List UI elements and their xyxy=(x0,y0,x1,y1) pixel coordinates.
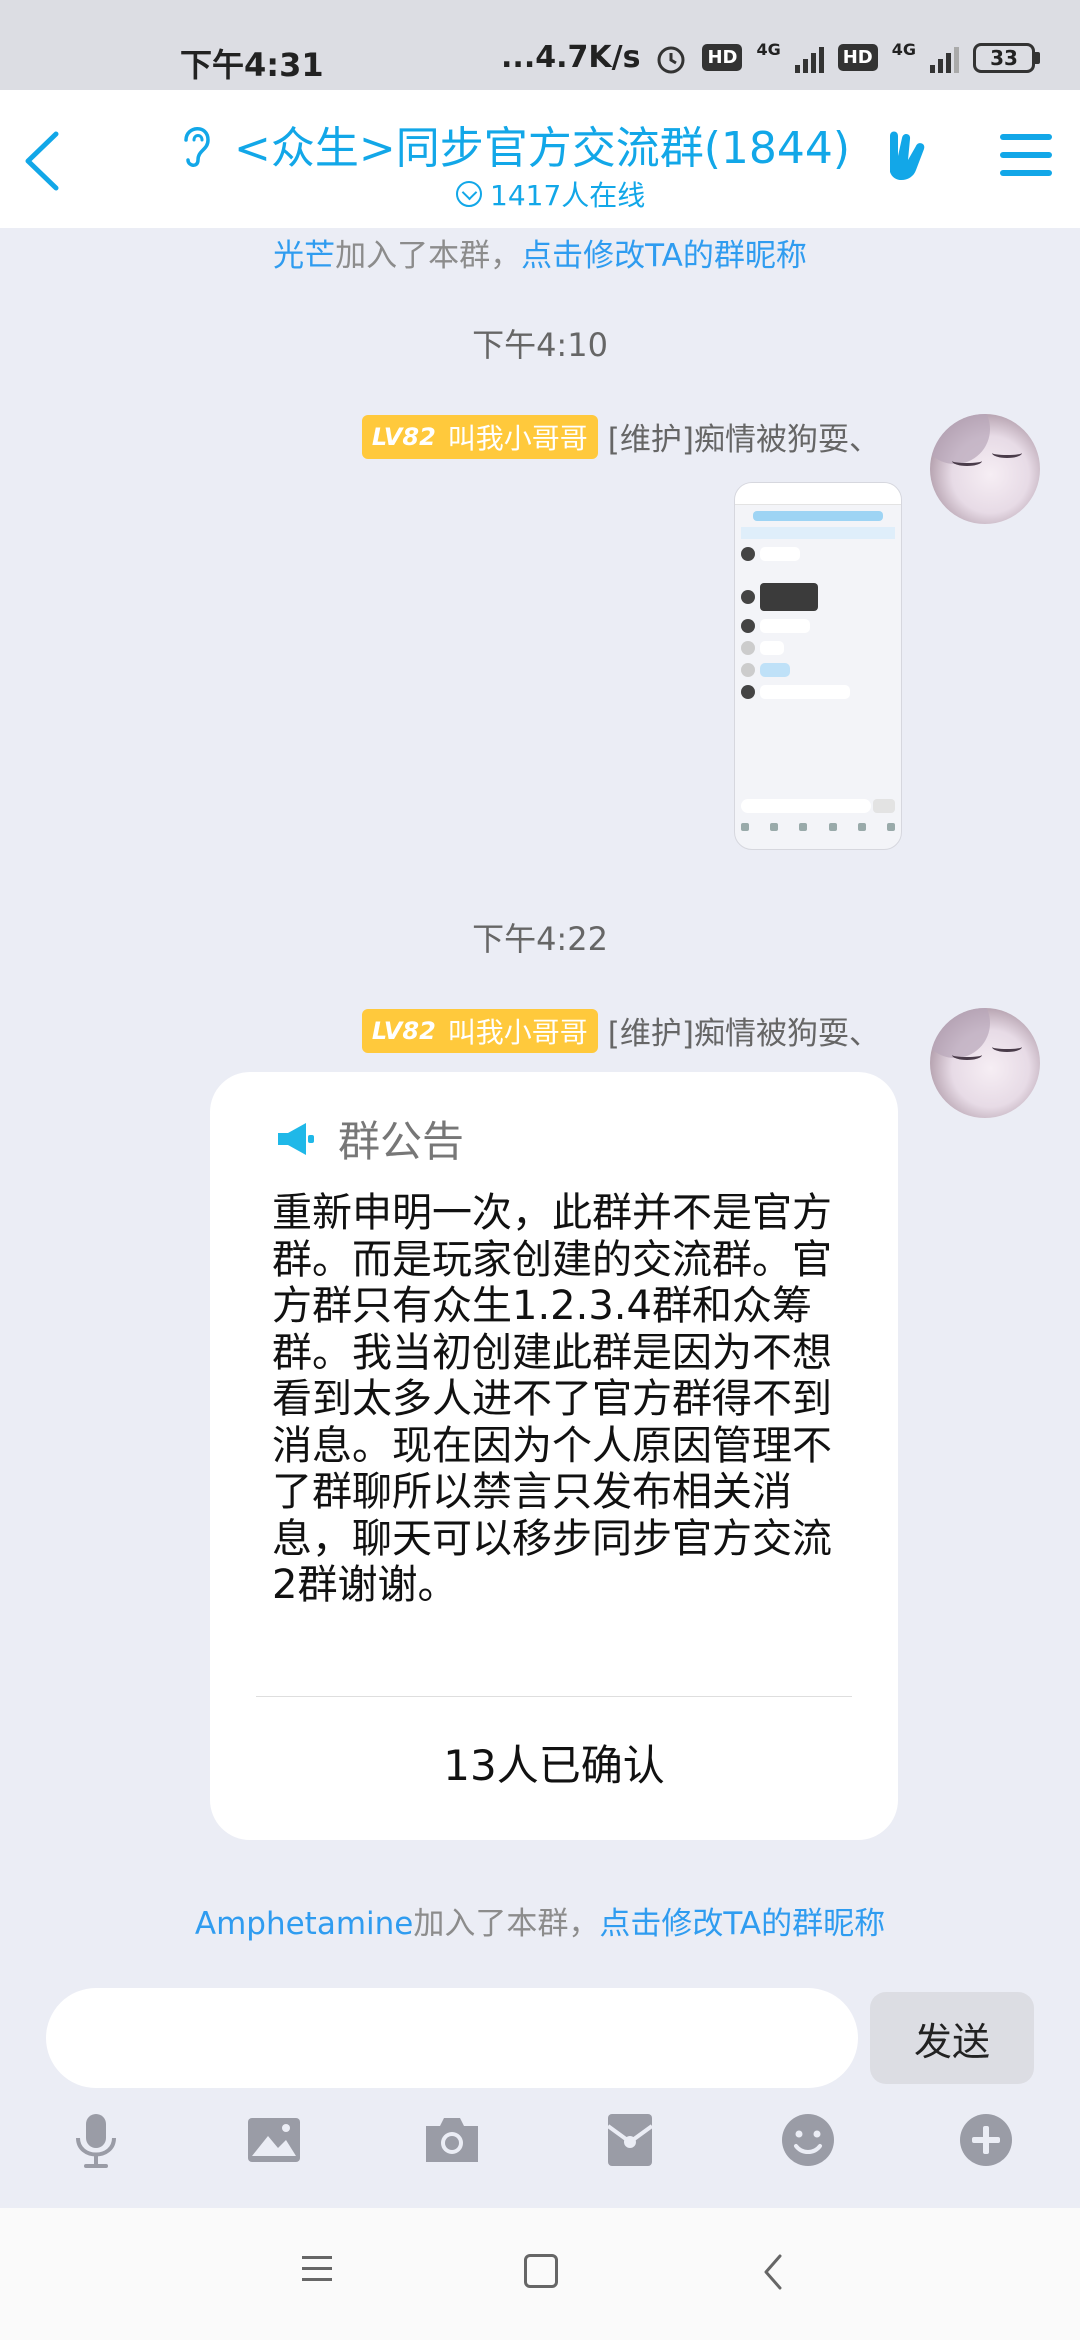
send-button[interactable]: 发送 xyxy=(870,1992,1034,2084)
network-type: 4G xyxy=(891,40,916,59)
avatar[interactable] xyxy=(930,414,1040,524)
group-title[interactable]: <众生>同步官方交流群(1844) xyxy=(234,112,850,176)
network-type: 4G xyxy=(756,40,781,59)
alarm-icon xyxy=(657,46,685,73)
battery-icon: 33 xyxy=(973,42,1040,73)
joined-user-name[interactable]: 光芒 xyxy=(273,238,335,274)
chat-header: <众生>同步官方交流群(1844) 1417人在线 xyxy=(0,90,1080,228)
network-speed: ...4.7K/s xyxy=(501,40,641,75)
status-time: 下午4:31 xyxy=(180,46,324,84)
back-icon[interactable] xyxy=(14,126,74,196)
system-navigation-bar xyxy=(0,2208,1080,2340)
online-count: 1417人在线 xyxy=(490,179,646,212)
sender-row: LV82 叫我小哥哥 [维护]痴情被狗耍、 xyxy=(361,1008,880,1053)
join-text: 加入了本群， xyxy=(413,1906,600,1942)
hand-gesture-icon[interactable] xyxy=(880,124,940,194)
red-packet-icon[interactable] xyxy=(598,2108,662,2172)
member-title: 叫我小哥哥 xyxy=(447,1015,588,1049)
hd-badge: HD xyxy=(702,44,743,71)
divider xyxy=(256,1696,852,1697)
sender-name[interactable]: [维护]痴情被狗耍、 xyxy=(608,1008,880,1053)
notice-header: 群公告 xyxy=(274,1108,464,1169)
plus-icon[interactable] xyxy=(954,2108,1018,2172)
status-bar: 下午4:31 ...4.7K/s HD 4G HD 4G 33 xyxy=(0,0,1080,90)
chat-area[interactable]: 光芒加入了本群，点击修改TA的群昵称 下午4:10 LV82 叫我小哥哥 [维护… xyxy=(0,228,1080,1988)
member-title: 叫我小哥哥 xyxy=(447,421,588,455)
edit-nickname-link[interactable]: 点击修改TA的群昵称 xyxy=(521,238,807,274)
joined-user-name[interactable]: Amphetamine xyxy=(195,1906,413,1942)
menu-icon[interactable] xyxy=(1000,134,1052,180)
level-badge: LV82 叫我小哥哥 xyxy=(361,414,598,459)
toolbar xyxy=(0,2108,1080,2188)
notice-title: 群公告 xyxy=(338,1117,465,1166)
sender-name[interactable]: [维护]痴情被狗耍、 xyxy=(608,414,880,459)
chevron-down-icon xyxy=(456,181,482,207)
join-text: 加入了本群， xyxy=(335,238,522,274)
time-divider: 下午4:10 xyxy=(472,326,608,364)
notice-body: 重新申明一次，此群并不是官方群。而是玩家创建的交流群。官方群只有众生1.2.3.… xyxy=(272,1190,832,1608)
signal-icon xyxy=(794,43,824,73)
battery-level: 33 xyxy=(973,42,1035,73)
nav-back-icon[interactable] xyxy=(758,2252,788,2292)
signal-icon xyxy=(930,43,959,73)
status-right: ...4.7K/s HD 4G HD 4G 33 xyxy=(501,40,1040,75)
image-icon[interactable] xyxy=(242,2108,306,2172)
sender-row: LV82 叫我小哥哥 [维护]痴情被狗耍、 xyxy=(361,414,880,459)
level-text: LV82 xyxy=(371,1016,436,1045)
hd-badge: HD xyxy=(837,44,878,71)
input-bar: 发送 xyxy=(0,1988,1080,2208)
group-notice-card[interactable]: 群公告 重新申明一次，此群并不是官方群。而是玩家创建的交流群。官方群只有众生1.… xyxy=(210,1072,898,1840)
emoji-icon[interactable] xyxy=(776,2108,840,2172)
ear-icon[interactable] xyxy=(176,120,216,170)
online-status[interactable]: 1417人在线 xyxy=(456,174,645,214)
camera-icon[interactable] xyxy=(420,2108,484,2172)
microphone-icon[interactable] xyxy=(64,2108,128,2172)
notice-confirm-count[interactable]: 13人已确认 xyxy=(210,1732,898,1793)
message-input[interactable] xyxy=(46,1988,858,2088)
edit-nickname-link[interactable]: 点击修改TA的群昵称 xyxy=(599,1906,885,1942)
system-join-message: Amphetamine加入了本群，点击修改TA的群昵称 xyxy=(0,1898,1080,1943)
system-join-message: 光芒加入了本群，点击修改TA的群昵称 xyxy=(0,230,1080,275)
recents-icon[interactable] xyxy=(302,2256,332,2284)
time-divider: 下午4:22 xyxy=(472,920,608,958)
image-message[interactable] xyxy=(734,482,902,850)
home-icon[interactable] xyxy=(524,2254,558,2288)
avatar[interactable] xyxy=(930,1008,1040,1118)
level-text: LV82 xyxy=(371,422,436,451)
level-badge: LV82 叫我小哥哥 xyxy=(361,1008,598,1053)
megaphone-icon xyxy=(278,1122,314,1155)
